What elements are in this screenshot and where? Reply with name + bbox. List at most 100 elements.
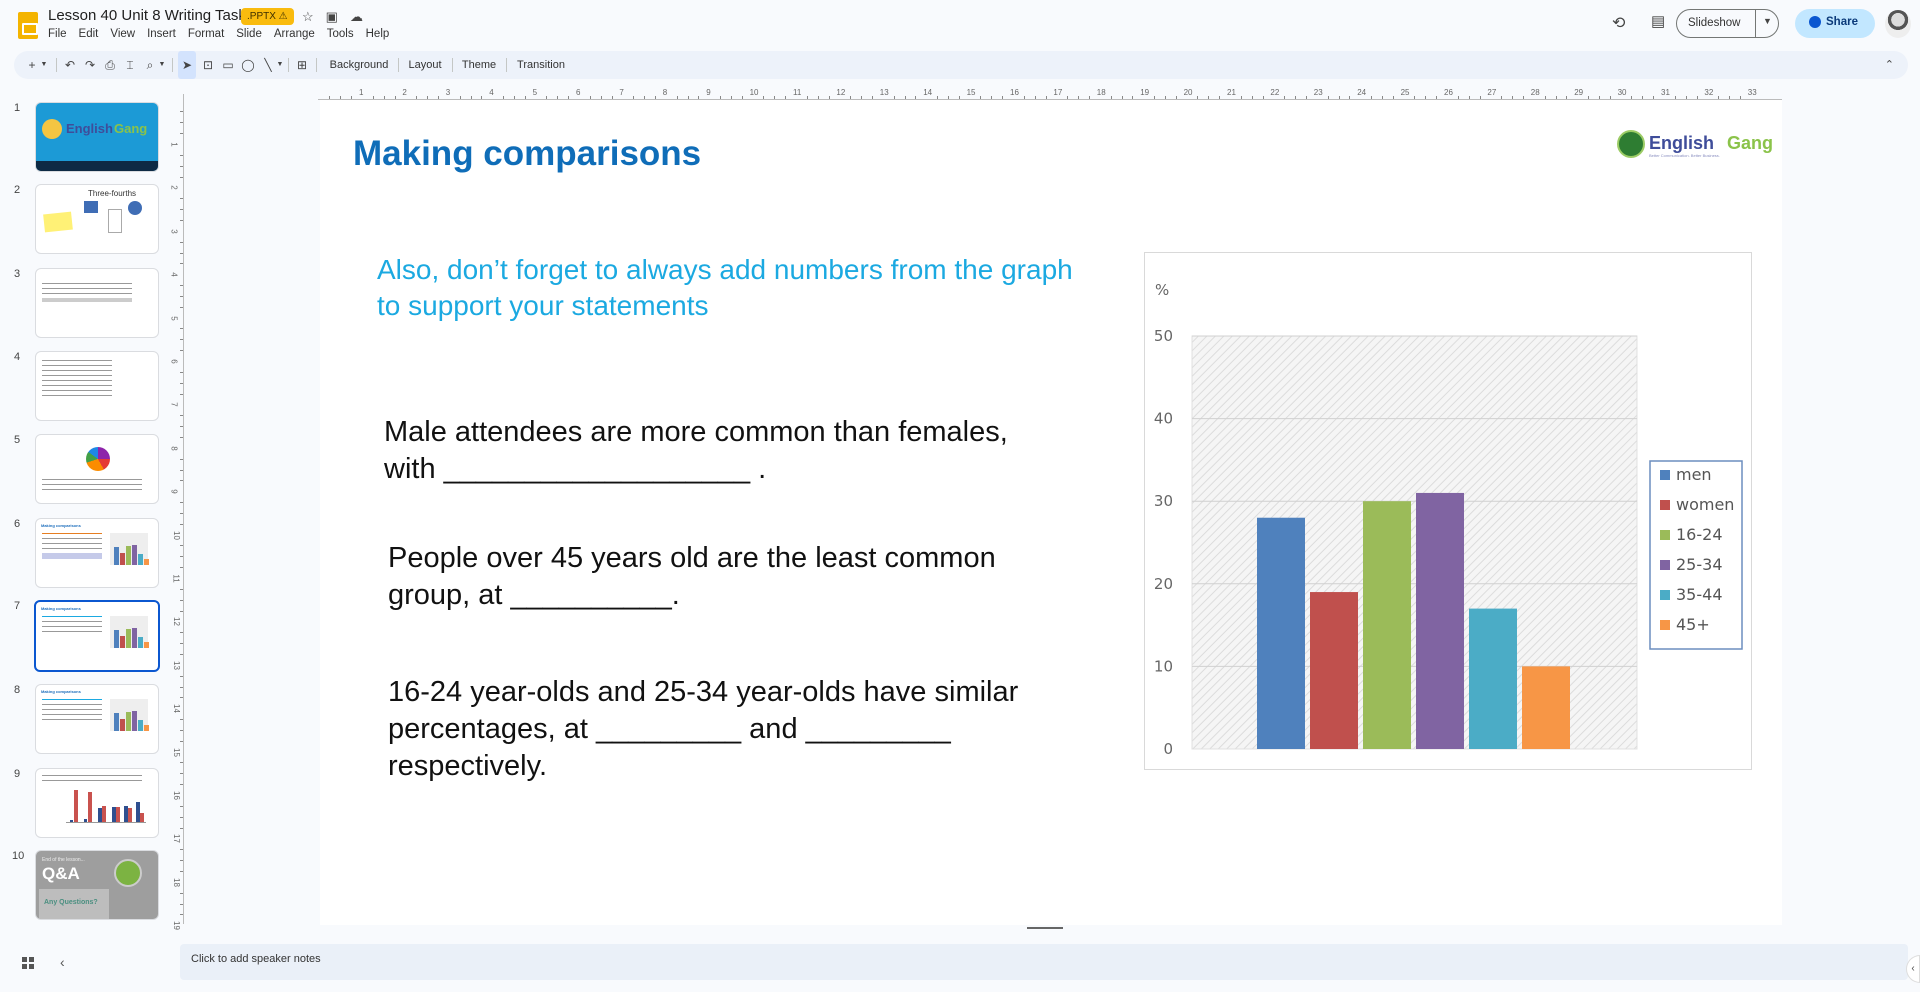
- ruler-tick: [180, 339, 183, 341]
- sentence-line: 16-24 year-olds and 25-34 year-olds have…: [388, 676, 1019, 708]
- bar-chart[interactable]: % 0 10 20 30 40 50 men women 16-24 25-34 35-44 45+: [1144, 252, 1752, 770]
- side-panel-toggle-icon[interactable]: ‹: [1906, 955, 1920, 983]
- speaker-notes[interactable]: Click to add speaker notes: [180, 944, 1908, 980]
- menu-arrange[interactable]: Arrange: [274, 28, 315, 40]
- notes-resize-handle[interactable]: [1027, 927, 1063, 929]
- menu-insert[interactable]: Insert: [147, 28, 176, 40]
- ruler-tick: [1588, 96, 1590, 99]
- pptx-format-badge[interactable]: .PPTX ⚠: [241, 8, 294, 25]
- ruler-tick: [1522, 96, 1524, 99]
- horizontal-ruler[interactable]: 1 2 3 4 5 6 7 8 9 10 11 12 13 14 15 16 17 18 19 20 21 22 23 24 2…: [318, 88, 1782, 100]
- cloud-status-icon[interactable]: ☁: [350, 9, 363, 25]
- version-history-icon[interactable]: ⟲: [1612, 13, 1625, 33]
- image-icon[interactable]: ▭: [220, 51, 236, 79]
- grid-view-icon[interactable]: [22, 957, 34, 969]
- ruler-tick: [915, 96, 917, 99]
- menu-view[interactable]: View: [110, 28, 135, 40]
- text-box-icon[interactable]: ⊡: [200, 51, 216, 79]
- ruler-tick: [600, 96, 602, 99]
- background-button[interactable]: Background: [324, 51, 394, 79]
- theme-button[interactable]: Theme: [456, 51, 502, 79]
- account-avatar[interactable]: [1885, 10, 1911, 38]
- paint-format-icon[interactable]: ⌶: [122, 51, 138, 79]
- ruler-label: 5: [532, 88, 538, 97]
- slide-thumbnail-2[interactable]: Three-fourths: [35, 184, 159, 254]
- slide-thumbnail-4[interactable]: [35, 351, 159, 421]
- collapse-filmstrip-icon[interactable]: ‹: [60, 954, 65, 970]
- share-button[interactable]: Share: [1795, 9, 1875, 38]
- ruler-tick: [1208, 96, 1210, 99]
- ruler-tick: [180, 773, 183, 775]
- ruler-tick: [1414, 96, 1416, 99]
- slide-title[interactable]: Making comparisons: [353, 134, 701, 174]
- slide-thumbnail-8[interactable]: Making comparisons: [35, 684, 159, 754]
- ruler-tick: [1425, 96, 1427, 99]
- toolbar: + ▼ ↶ ↷ ⎙ ⌶ ⌕ ▼ ➤ ⊡ ▭ ◯ ╲ ▼ ⊞ Background…: [14, 51, 1908, 79]
- star-icon[interactable]: ☆: [302, 9, 314, 25]
- print-icon[interactable]: ⎙: [102, 51, 118, 79]
- ruler-tick: [1067, 96, 1069, 99]
- ruler-tick: [180, 133, 183, 135]
- menu-slide[interactable]: Slide: [236, 28, 262, 40]
- move-to-folder-icon[interactable]: ▣: [326, 9, 338, 25]
- slide-number: 9: [14, 768, 21, 780]
- ruler-label: 20: [1183, 88, 1193, 97]
- instruction-text[interactable]: Also, don’t forget to always add numbers…: [377, 252, 1097, 324]
- collapse-toolbar-icon[interactable]: ⌃: [1885, 51, 1894, 79]
- slide-thumbnail-7[interactable]: Making comparisons: [34, 600, 160, 672]
- slide-thumbnail-6[interactable]: Making comparisons: [35, 518, 159, 588]
- menu-format[interactable]: Format: [188, 28, 224, 40]
- slideshow-dropdown-icon[interactable]: ▼: [1763, 16, 1772, 26]
- ruler-tick: [1175, 96, 1177, 99]
- line-dropdown-icon[interactable]: ▼: [272, 51, 288, 79]
- ruler-tick: [180, 415, 183, 417]
- slide-thumbnail-5[interactable]: [35, 434, 159, 504]
- sentence-3[interactable]: 16-24 year-olds and 25-34 year-olds have…: [388, 674, 1108, 785]
- globe-icon: [1809, 16, 1821, 28]
- new-slide-dropdown-icon[interactable]: ▼: [36, 51, 52, 79]
- slide-thumbnail-9[interactable]: [35, 768, 159, 838]
- comments-icon[interactable]: ▤: [1651, 12, 1665, 30]
- slide-thumbnail-1[interactable]: English Gang: [35, 102, 159, 172]
- menu-edit[interactable]: Edit: [79, 28, 99, 40]
- ruler-tick: [687, 96, 689, 99]
- ruler-tick: [416, 96, 418, 99]
- logo-mascot-icon: [1617, 130, 1645, 158]
- slide-thumbnail-10[interactable]: End of the lesson... Q&A Any Questions?: [35, 850, 159, 920]
- ruler-tick: [730, 96, 732, 99]
- shape-icon[interactable]: ◯: [240, 51, 256, 79]
- select-tool-icon[interactable]: ➤: [178, 51, 196, 79]
- ruler-tick: [470, 96, 472, 99]
- sentence-2[interactable]: People over 45 years old are the least c…: [388, 540, 1088, 614]
- logo-icon: [42, 119, 62, 139]
- ruler-tick: [513, 96, 515, 99]
- ruler-tick: [947, 96, 949, 99]
- ruler-tick: [180, 458, 183, 460]
- add-comment-icon[interactable]: ⊞: [294, 51, 310, 79]
- transition-button[interactable]: Transition: [510, 51, 572, 79]
- redo-icon[interactable]: ↷: [82, 51, 98, 79]
- slides-logo-icon[interactable]: [18, 12, 38, 39]
- thumb-lines: [42, 775, 142, 785]
- ruler-tick: [180, 198, 183, 200]
- layout-button[interactable]: Layout: [402, 51, 448, 79]
- menu-tools[interactable]: Tools: [327, 28, 354, 40]
- zoom-dropdown-icon[interactable]: ▼: [154, 51, 170, 79]
- slide-thumbnail-3[interactable]: [35, 268, 159, 338]
- vertical-ruler[interactable]: 1 2 3 4 5 6 7 8 9 10 11 12 13 14 15 16 17 18 19: [169, 94, 184, 930]
- sentence-1[interactable]: Male attendees are more common than fema…: [384, 414, 1084, 488]
- ruler-tick: [1197, 96, 1199, 99]
- ruler-tick: [1479, 96, 1481, 99]
- menu-file[interactable]: File: [48, 28, 67, 40]
- ruler-label: 18: [1096, 88, 1106, 97]
- undo-icon[interactable]: ↶: [62, 51, 78, 79]
- english-gang-logo[interactable]: English Gang Better Communication. Bette…: [1617, 127, 1797, 163]
- document-title[interactable]: Lesson 40 Unit 8 Writing Task 1: [48, 7, 258, 24]
- slideshow-button[interactable]: Slideshow ▼: [1676, 9, 1779, 38]
- ruler-label: 3: [169, 229, 179, 234]
- menu-help[interactable]: Help: [366, 28, 390, 40]
- ruler-label: 26: [1444, 88, 1453, 97]
- slide-canvas[interactable]: Making comparisons English Gang Better C…: [320, 100, 1782, 925]
- ruler-tick: [180, 914, 183, 916]
- ruler-tick: [1501, 96, 1503, 99]
